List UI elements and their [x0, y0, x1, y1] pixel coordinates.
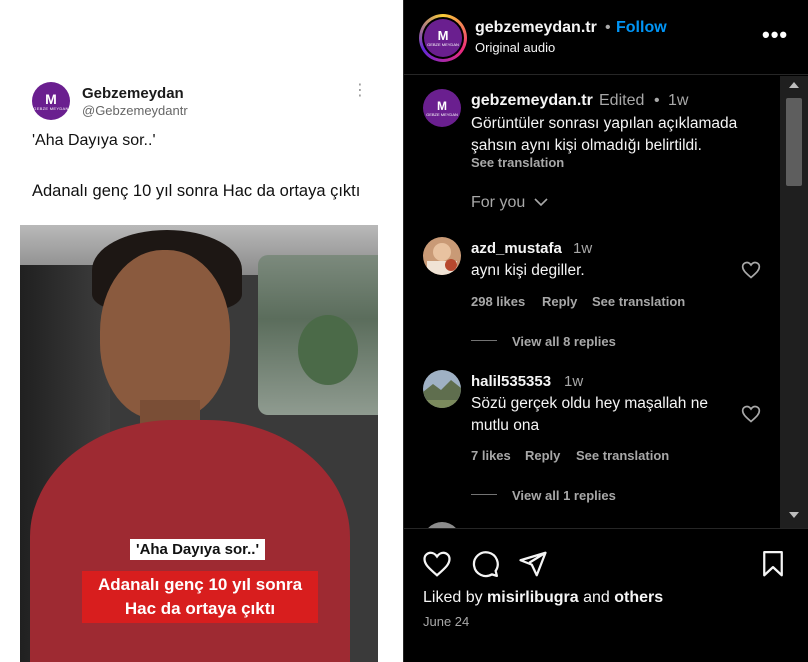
comment-reply-button[interactable]: Reply [525, 448, 560, 463]
comments-scrollbar[interactable] [780, 76, 808, 528]
video-caption-top: 'Aha Dayıya sor..' [130, 539, 266, 560]
tweet-text-line1: 'Aha Dayıya sor..' [32, 132, 156, 149]
caption-text: Görüntüler sonrası yapılan açıklamada şa… [471, 115, 738, 154]
comment-heart-icon[interactable] [741, 260, 761, 280]
comments-section[interactable]: M GEBZE MEYDAN gebzemeydan.tr Edited • 1… [404, 76, 808, 528]
instagram-post-viewer: M GEBZE MEYDAN Gebzemeydan @Gebzemeydant… [0, 0, 808, 662]
header-separator: • [605, 19, 611, 36]
comment-reply-button[interactable]: Reply [542, 294, 577, 309]
chevron-down-icon [534, 198, 548, 207]
video-person-head [100, 250, 230, 420]
liked-by-user-link[interactable]: misirlibugra [487, 589, 579, 606]
header-avatar-logo: M GEBZE MEYDAN [424, 19, 462, 57]
header-avatar[interactable]: M GEBZE MEYDAN [419, 14, 467, 62]
avatar-photo [423, 237, 461, 275]
comment-heart-icon[interactable] [741, 404, 761, 424]
replies-divider [471, 494, 497, 495]
scroll-thumb[interactable] [786, 98, 802, 186]
avatar-logo-text: GEBZE MEYDAN [33, 105, 69, 111]
comment-text: aynı kişi degiller. [471, 262, 585, 279]
tweet-text-line2: Adanalı genç 10 yıl sonra Hac da ortaya … [32, 182, 361, 200]
tweet-name: Gebzemeydan [82, 84, 184, 102]
avatar-logo-letter: M [45, 90, 57, 107]
header-avatar-inner: M GEBZE MEYDAN [422, 17, 464, 59]
caption-username[interactable]: gebzemeydan.tr [471, 92, 593, 110]
bookmark-icon[interactable] [758, 549, 788, 579]
comment-username[interactable]: halil535353 [471, 373, 551, 390]
caption-avatar-letter: M [437, 98, 447, 113]
view-replies-button[interactable]: View all 1 replies [512, 488, 616, 503]
send-icon[interactable] [518, 549, 548, 579]
caption-dot: • [654, 92, 660, 109]
comment-username[interactable]: azd_mustafa [471, 240, 562, 257]
comment-sort-label: For you [471, 194, 526, 211]
post-side-panel: M GEBZE MEYDAN gebzemeydan.tr • Follow O… [403, 0, 808, 662]
header-avatar-letter: M [437, 28, 449, 43]
video-tree [298, 315, 358, 385]
original-audio-link[interactable]: Original audio [475, 40, 555, 55]
view-replies-button[interactable]: View all 8 replies [512, 334, 616, 349]
scroll-up-arrow-icon[interactable] [789, 82, 799, 88]
comment-see-translation[interactable]: See translation [576, 448, 669, 463]
video-caption-bottom: Adanalı genç 10 yıl sonra Hac da ortaya … [82, 571, 318, 623]
replies-divider [471, 340, 497, 341]
post-media[interactable]: M GEBZE MEYDAN Gebzemeydan @Gebzemeydant… [0, 0, 403, 662]
video-frame[interactable]: 'Aha Dayıya sor..' Adanalı genç 10 yıl s… [20, 225, 378, 662]
liked-by-others-link[interactable]: others [614, 589, 663, 606]
more-options-icon[interactable]: ••• [762, 22, 788, 48]
scroll-down-arrow-icon[interactable] [789, 512, 799, 518]
liked-by-and: and [583, 589, 610, 606]
liked-by-prefix: Liked by [423, 589, 483, 606]
tweet-names: Gebzemeydan @Gebzemeydantr [82, 85, 188, 118]
post-date[interactable]: June 24 [423, 614, 469, 629]
avatar-photo [423, 370, 461, 408]
tweet-avatar: M GEBZE MEYDAN [32, 82, 70, 120]
liked-by-text: Liked by misirlibugra and others [423, 589, 663, 607]
post-header: M GEBZE MEYDAN gebzemeydan.tr • Follow O… [404, 0, 808, 75]
header-avatar-text: GEBZE MEYDAN [427, 42, 459, 47]
comment-time[interactable]: 1w [573, 240, 592, 257]
caption-edited: Edited [599, 92, 645, 109]
post-actions: Liked by misirlibugra and others June 24 [404, 528, 808, 662]
comment-see-translation[interactable]: See translation [592, 294, 685, 309]
caption-avatar-text: GEBZE MEYDAN [426, 111, 458, 117]
caption-see-translation[interactable]: See translation [471, 155, 564, 170]
comment-icon[interactable] [470, 549, 500, 579]
follow-button[interactable]: Follow [616, 19, 667, 37]
comment-text: Sözü gerçek oldu hey maşallah ne mutlu o… [471, 395, 708, 434]
caption-avatar[interactable]: M GEBZE MEYDAN [423, 89, 461, 127]
comment-likes[interactable]: 7 likes [471, 448, 511, 463]
comment-sort-dropdown[interactable]: For you [471, 194, 548, 212]
video-car-window [258, 255, 378, 415]
heart-icon[interactable] [422, 549, 452, 579]
comment-likes[interactable]: 298 likes [471, 294, 525, 309]
header-username[interactable]: gebzemeydan.tr [475, 19, 597, 37]
comment-avatar[interactable] [423, 370, 461, 408]
comment-time[interactable]: 1w [564, 373, 583, 390]
caption-time[interactable]: 1w [668, 92, 688, 110]
tweet-handle: @Gebzemeydantr [82, 102, 188, 118]
tweet-header: M GEBZE MEYDAN Gebzemeydan @Gebzemeydant… [32, 82, 188, 120]
comment-avatar[interactable] [423, 237, 461, 275]
tweet-more-icon: ⋮ [352, 82, 368, 99]
